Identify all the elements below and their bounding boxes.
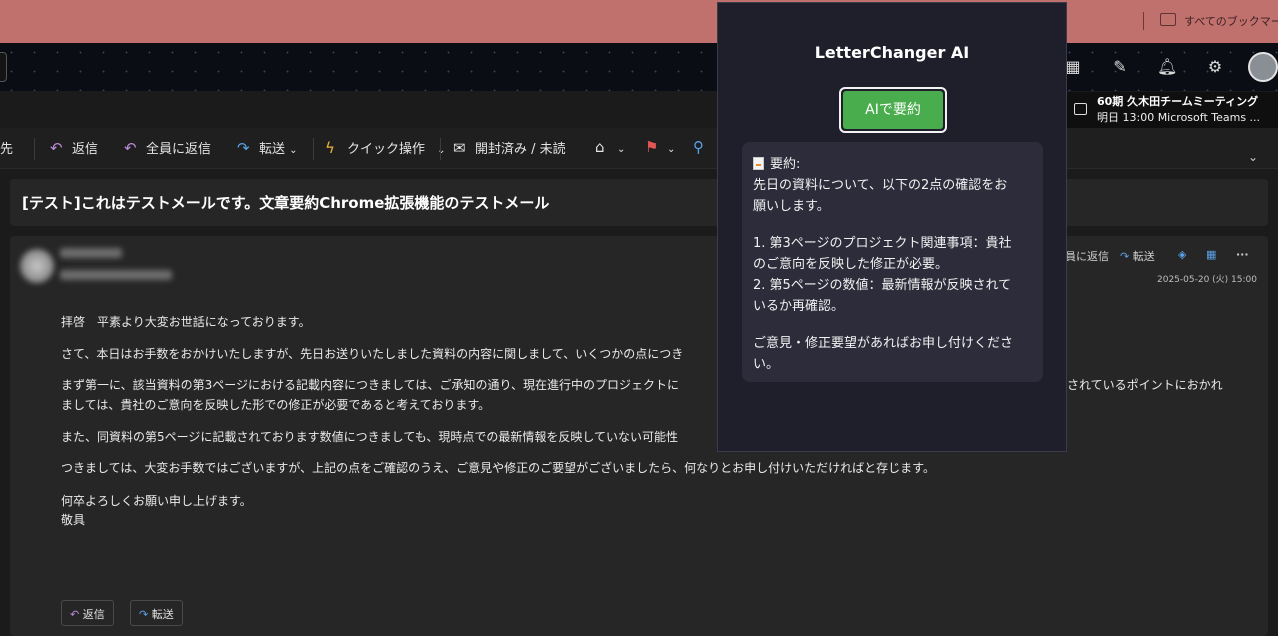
sender-name-redacted bbox=[60, 248, 122, 258]
command-ribbon: 先 ↶ 返信 ↶ 全員に返信 ↷ 転送 ⌄ ϟ クイック操作 ⌄ ✉ 開封済み / 未読 … bbox=[0, 128, 1278, 169]
forward-icon: ↷ bbox=[237, 139, 250, 157]
lightning-icon: ϟ bbox=[325, 139, 335, 157]
summary-box: 要約: 先日の資料について、以下の2点の確認をお 願いします。 1. 第3ページ… bbox=[742, 142, 1043, 382]
search-box[interactable] bbox=[0, 52, 7, 82]
chevron-down-icon[interactable]: ⌄ bbox=[437, 145, 445, 156]
sender-address-redacted bbox=[60, 270, 172, 280]
summary-line: 2. 第5ページの数値：最新情報が反映されて bbox=[753, 278, 1012, 293]
summary-line: い。 bbox=[753, 357, 780, 372]
message-subject-bar: [テスト]これはテストメールです。文章要約Chrome拡張機能のテストメール bbox=[10, 179, 1268, 226]
reply-all-action[interactable]: 員に返信 bbox=[1065, 248, 1109, 264]
body-line: 何卒よろしくお願い申し上げます。 bbox=[61, 494, 252, 508]
forward-action[interactable]: ↷ 転送 bbox=[1120, 248, 1155, 264]
reply-button[interactable]: ↶ 返信 bbox=[50, 138, 98, 157]
body-line: まず第一に、該当資料の第3ページにおける記載内容につきましては、ご承知の通り、現… bbox=[61, 378, 679, 392]
quick-actions-button[interactable]: ϟ クイック操作 ⌄ bbox=[325, 138, 446, 157]
summary-line: ご意見・修正要望があればお申し付けくださ bbox=[753, 336, 1014, 351]
ribbon-partial-item[interactable]: 先 bbox=[0, 138, 13, 157]
bell-icon[interactable]: 🔔︎ bbox=[1157, 57, 1177, 77]
ribbon-divider bbox=[440, 138, 441, 160]
summary-line: 願いします。 bbox=[753, 199, 830, 214]
avatar[interactable] bbox=[1248, 52, 1278, 82]
pin-button[interactable]: ⚲ bbox=[693, 138, 715, 156]
message-subject: [テスト]これはテストメールです。文章要約Chrome拡張機能のテストメール bbox=[22, 194, 550, 212]
ribbon-divider bbox=[313, 138, 314, 160]
pin-icon: ⚲ bbox=[693, 138, 704, 156]
envelope-icon: ✉ bbox=[453, 139, 466, 157]
body-line: つきましては、大変お手数ではございますが、上記の点をご確認のうえ、ご意見や修正の… bbox=[61, 461, 935, 475]
calendar-icon bbox=[1074, 103, 1087, 115]
popup-title: LetterChanger AI bbox=[814, 43, 970, 62]
chevron-down-icon[interactable]: ⌄ bbox=[617, 144, 625, 155]
summary-line: 先日の資料について、以下の2点の確認をお bbox=[753, 178, 1008, 193]
reply-label: 返信 bbox=[72, 142, 99, 157]
tag-icon: ⌂ bbox=[595, 138, 605, 156]
ai-summarize-label: AIで要約 bbox=[843, 91, 943, 129]
app-header bbox=[0, 43, 1278, 91]
folder-icon[interactable] bbox=[1160, 13, 1176, 26]
read-unread-button[interactable]: ✉ 開封済み / 未読 bbox=[453, 138, 566, 157]
body-line: また、同資料の第5ページに記載されております数値につきましても、現時点での最新情… bbox=[61, 430, 678, 444]
flag-icon: ⚑ bbox=[645, 138, 659, 156]
forward-label: 転送 bbox=[259, 142, 286, 157]
meeting-detail: 明日 13:00 Microsoft Teams ... bbox=[1097, 111, 1261, 124]
summary-heading-label: 要約: bbox=[770, 157, 801, 172]
reply-all-icon: ↶ bbox=[124, 139, 137, 157]
reply-bottom-label: 返信 bbox=[82, 608, 105, 621]
summary-line: いるか再確認。 bbox=[753, 299, 845, 314]
body-line: ましては、貴社のご意向を反映した形での修正が必要であると考えております。 bbox=[61, 398, 491, 412]
all-bookmarks-link[interactable]: すべてのブックマーク bbox=[1184, 13, 1278, 29]
notes-icon[interactable]: ✎ bbox=[1110, 57, 1130, 77]
body-line: されているポイントにおかれ bbox=[1067, 378, 1223, 392]
ribbon-expand-chevron-icon[interactable]: ⌄ bbox=[1248, 150, 1258, 164]
reply-all-label: 全員に返信 bbox=[146, 142, 212, 157]
gear-icon[interactable]: ⚙ bbox=[1205, 57, 1225, 77]
sender-avatar bbox=[20, 249, 54, 283]
reply-all-button[interactable]: ↶ 全員に返信 bbox=[124, 138, 211, 157]
summary-line: 1. 第3ページのプロジェクト関連事項：貴社 bbox=[753, 236, 1012, 251]
reply-icon: ↶ bbox=[70, 608, 83, 621]
forward-icon: ↷ bbox=[139, 608, 152, 621]
body-line: さて、本日はお手数をおかけいたしますが、先日お送りいたしました資料の内容に関しま… bbox=[61, 347, 684, 361]
chevron-down-icon[interactable]: ⌄ bbox=[667, 144, 675, 155]
more-actions-button[interactable]: ··· bbox=[1236, 248, 1249, 261]
letterchanger-popup: LetterChanger AI AIで要約 要約: 先日の資料について、以下の… bbox=[717, 2, 1067, 452]
body-line: 敬具 bbox=[61, 513, 86, 527]
tag-button[interactable]: ⌂ ⌄ bbox=[595, 138, 625, 156]
message-date: 2025-05-20 (火) 15:00 bbox=[1157, 275, 1257, 285]
memo-icon bbox=[753, 157, 764, 170]
forward-bottom-label: 転送 bbox=[151, 608, 174, 621]
forward-icon: ↷ bbox=[1120, 250, 1133, 263]
summary-heading: 要約: bbox=[753, 153, 800, 172]
reply-icon: ↶ bbox=[50, 139, 63, 157]
apps-icon[interactable]: ▦ bbox=[1206, 248, 1216, 261]
body-line: 拝啓 平素より大変お世話になっております。 bbox=[61, 315, 311, 329]
chevron-down-icon[interactable]: ⌄ bbox=[289, 145, 297, 156]
bookmark-separator bbox=[1143, 12, 1144, 30]
reply-button-bottom[interactable]: ↶ 返信 bbox=[61, 600, 114, 626]
summary-line: のご意向を反映した修正が必要。 bbox=[753, 257, 949, 272]
ribbon-divider bbox=[34, 138, 35, 160]
flag-button[interactable]: ⚑ ⌄ bbox=[645, 138, 675, 156]
quick-actions-label: クイック操作 bbox=[347, 142, 426, 157]
forward-button-bottom[interactable]: ↷ 転送 bbox=[130, 600, 183, 626]
meeting-title: 60期 久木田チームミーティング bbox=[1097, 95, 1259, 108]
bookmark-bar: すべてのブックマーク bbox=[0, 0, 1278, 43]
forward-button[interactable]: ↷ 転送 ⌄ bbox=[237, 138, 298, 157]
loop-icon[interactable]: ◈ bbox=[1178, 248, 1186, 261]
meeting-reminder[interactable]: 60期 久木田チームミーティング 明日 13:00 Microsoft Team… bbox=[1066, 92, 1278, 128]
forward-action-label: 転送 bbox=[1132, 250, 1155, 263]
read-unread-label: 開封済み / 未読 bbox=[475, 142, 566, 157]
ai-summarize-button[interactable]: AIで要約 bbox=[839, 87, 947, 133]
